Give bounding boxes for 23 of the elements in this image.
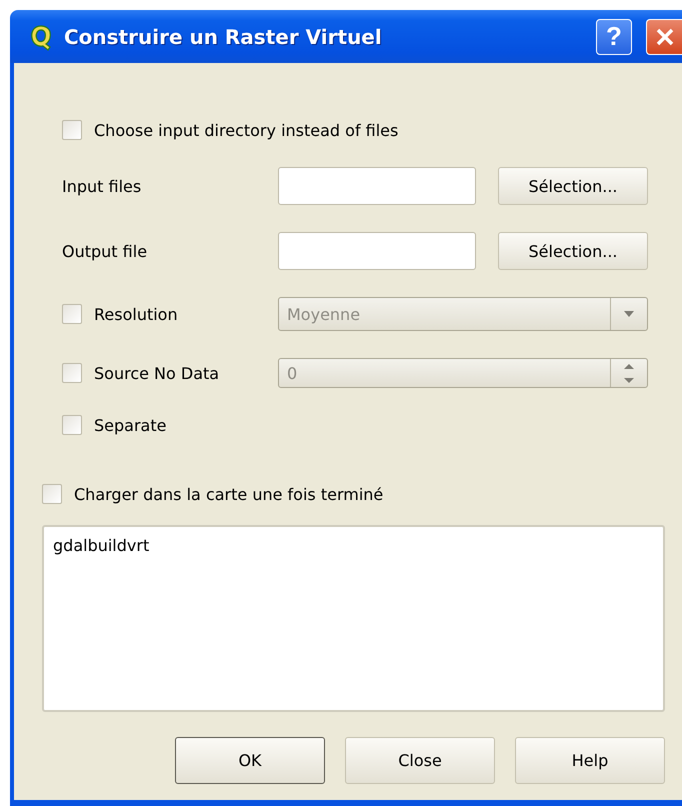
dialog-button[interactable]: OK (175, 737, 325, 784)
command-text-area[interactable]: gdalbuildvrt (42, 525, 665, 712)
window-title: Construire un Raster Virtuel (64, 24, 383, 48)
app-logo-icon (28, 22, 54, 50)
checkbox[interactable] (42, 484, 62, 504)
checkbox-label: Choose input directory instead of files (94, 120, 398, 140)
checkbox[interactable] (62, 120, 82, 140)
dialog-button[interactable]: Help (515, 737, 665, 784)
checkbox-label: Separate (94, 416, 166, 434)
checkbox-label: Charger dans la carte une fois terminé (74, 484, 384, 504)
select-button[interactable]: Sélection... (498, 167, 648, 205)
field-label: Output file (62, 242, 148, 260)
checkbox[interactable] (62, 415, 82, 435)
checkbox-label: Resolution (94, 304, 178, 324)
field-label: Input files (62, 176, 142, 196)
dialog-button[interactable]: Close (345, 737, 495, 784)
caret-icon (623, 310, 635, 318)
help-button[interactable]: ? (596, 18, 632, 54)
close-button[interactable] (646, 18, 682, 54)
input-field[interactable] (278, 167, 476, 205)
select-button[interactable]: Sélection... (498, 232, 648, 270)
input-field[interactable] (278, 232, 476, 270)
checkbox-label: Source No Data (94, 364, 220, 382)
